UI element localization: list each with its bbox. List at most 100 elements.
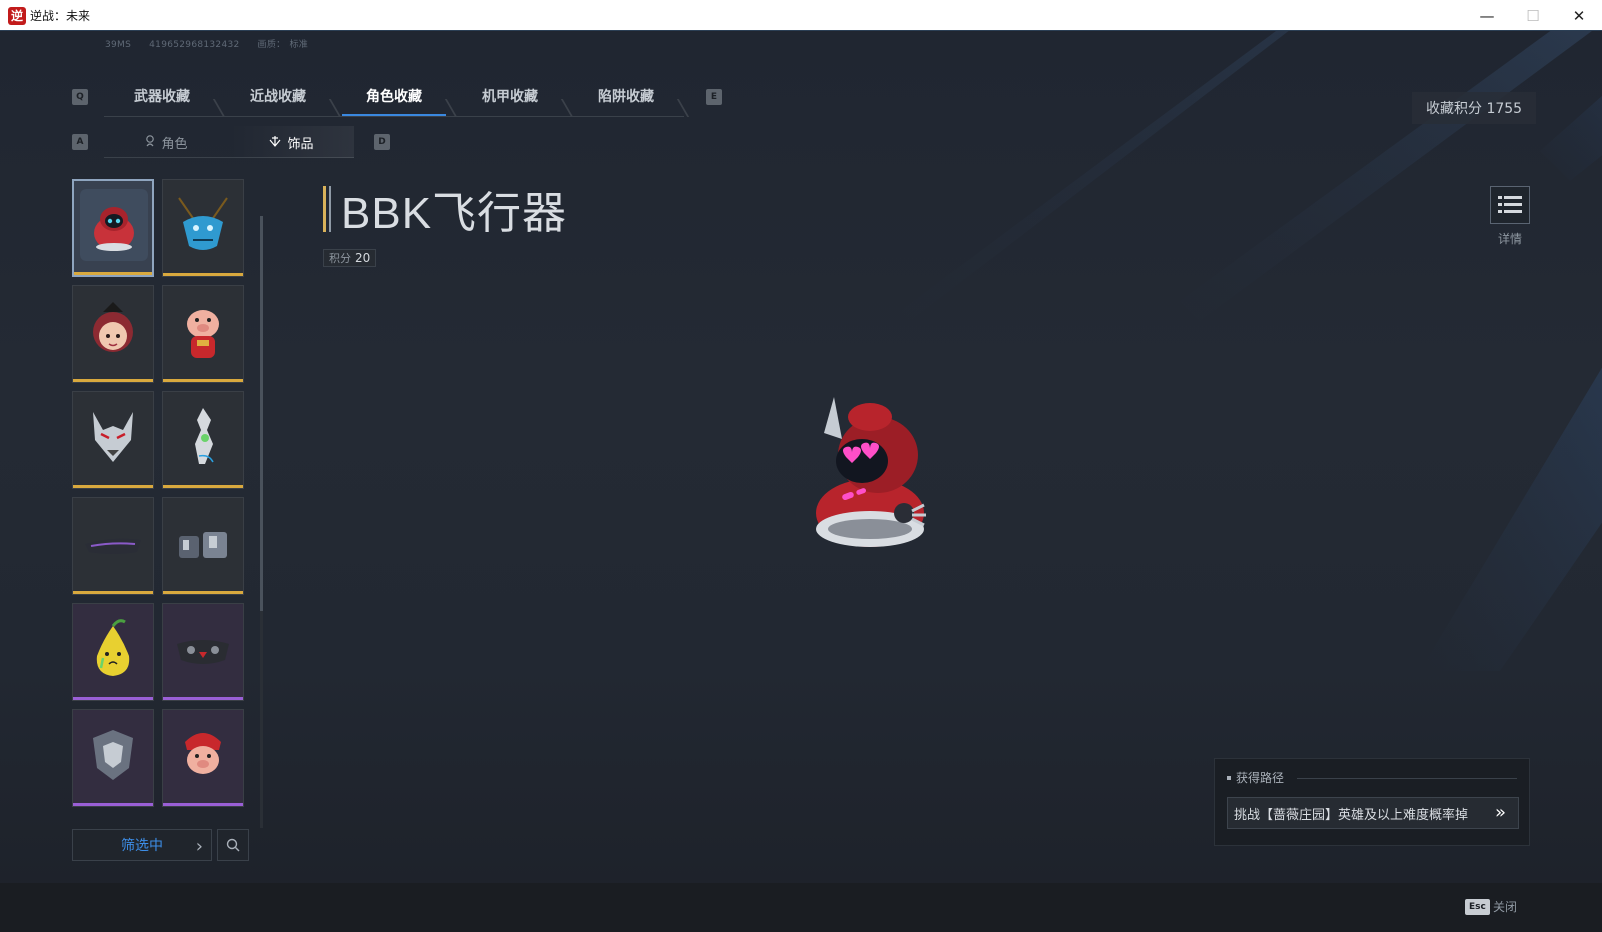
- tab-weapon-collection[interactable]: 武器收藏: [104, 75, 220, 117]
- player-id-text: 419652968132432: [149, 40, 240, 50]
- grid-item-silver-ornament[interactable]: [162, 391, 244, 489]
- mech-parts-thumbnail: [179, 532, 227, 558]
- square-bullet-icon: [1227, 775, 1231, 780]
- key-hint-a: A: [72, 134, 88, 150]
- item-name: BBK飞行器: [341, 189, 568, 238]
- grid-item-bbk-aircraft[interactable]: [72, 179, 154, 277]
- grid-item-girl-head[interactable]: [72, 285, 154, 383]
- grid-item-armor-piece[interactable]: [72, 709, 154, 807]
- ornament-grid: [72, 179, 258, 827]
- esc-key-hint[interactable]: Esc: [1465, 899, 1490, 915]
- dark-mask-thumbnail: [177, 640, 229, 664]
- search-icon: [226, 838, 240, 852]
- details-button[interactable]: [1490, 186, 1530, 224]
- tab-label: 陷阱收藏: [598, 89, 654, 105]
- pig-doll-thumbnail: [187, 310, 219, 358]
- scrollbar-thumb[interactable]: [260, 216, 263, 611]
- silver-ornament-thumbnail: [195, 408, 214, 464]
- wolf-head-thumbnail: [93, 412, 133, 462]
- rarity-bar: [163, 803, 243, 806]
- tab-label: 武器收藏: [134, 89, 190, 105]
- tab-mecha-collection[interactable]: 机甲收藏: [452, 75, 568, 117]
- rarity-bar: [73, 379, 153, 382]
- background-light-streaks: [900, 31, 1602, 671]
- rarity-bar: [74, 272, 152, 275]
- rarity-bar: [163, 379, 243, 382]
- pear-character-thumbnail: [96, 619, 130, 676]
- search-button[interactable]: [217, 829, 249, 861]
- key-hint-q: Q: [72, 89, 88, 105]
- grid-item-pear-character[interactable]: [72, 603, 154, 701]
- title-accent-bar-secondary: [329, 186, 331, 232]
- list-icon: [1498, 196, 1522, 213]
- subtab-character[interactable]: 角色: [104, 126, 229, 158]
- window-title: 逆战：未来: [30, 9, 91, 23]
- bottom-bar: [0, 883, 1602, 932]
- points-value: 20: [355, 251, 371, 265]
- filter-label: 筛选中: [121, 838, 163, 854]
- acquisition-panel: 获得路径 挑战【蔷薇庄园】英雄及以上难度概率掉 »: [1214, 758, 1530, 846]
- sub-tab-bar: 角色 饰品: [104, 126, 354, 158]
- tab-trap-collection[interactable]: 陷阱收藏: [568, 75, 684, 117]
- rarity-bar: [163, 485, 243, 488]
- grid-item-wolf-head[interactable]: [72, 391, 154, 489]
- ping-text: 39MS: [105, 40, 132, 50]
- item-title-block: BBK飞行器: [323, 183, 567, 238]
- person-icon: [145, 134, 155, 150]
- filter-button[interactable]: 筛选中 ›: [72, 829, 212, 861]
- visor-glasses-thumbnail: [85, 538, 141, 554]
- bbk-aircraft-thumbnail: [80, 189, 148, 261]
- collection-screen: 39MS 419652968132432 画质： 标准 Q 武器收藏 近战收藏 角色收…: [0, 31, 1602, 932]
- key-hint-d: D: [374, 134, 390, 150]
- points-label: 积分: [329, 252, 351, 265]
- minimize-button[interactable]: —: [1464, 0, 1510, 31]
- tab-melee-collection[interactable]: 近战收藏: [220, 75, 336, 117]
- grid-item-mech-parts[interactable]: [162, 497, 244, 595]
- close-label[interactable]: 关闭: [1493, 898, 1517, 915]
- subtab-ornament[interactable]: 饰品: [229, 126, 354, 158]
- grid-item-visor-glasses[interactable]: [72, 497, 154, 595]
- rarity-bar: [73, 803, 153, 806]
- rarity-bar: [163, 697, 243, 700]
- acquisition-heading: 获得路径: [1236, 771, 1285, 785]
- ornament-icon: [269, 135, 281, 150]
- acquisition-heading-row: 获得路径: [1227, 769, 1284, 786]
- rarity-bar: [163, 591, 243, 594]
- tab-label: 近战收藏: [250, 89, 306, 105]
- pig-warrior-thumbnail: [185, 733, 221, 774]
- rarity-bar: [73, 485, 153, 488]
- girl-head-thumbnail: [93, 302, 133, 352]
- network-info: 39MS 419652968132432 画质： 标准: [105, 37, 326, 50]
- app-icon: 逆: [8, 7, 26, 25]
- armor-piece-thumbnail: [93, 730, 133, 780]
- quality-value: 标准: [289, 40, 309, 50]
- rarity-bar: [73, 697, 153, 700]
- tab-label: 角色收藏: [366, 89, 422, 105]
- close-window-button[interactable]: ✕: [1556, 0, 1602, 31]
- acquisition-divider: [1297, 778, 1517, 779]
- grid-item-dark-mask[interactable]: [162, 603, 244, 701]
- acquisition-route-button[interactable]: 挑战【蔷薇庄园】英雄及以上难度概率掉 »: [1227, 797, 1519, 829]
- tab-label: 机甲收藏: [482, 89, 538, 105]
- chevron-right-icon: ›: [195, 836, 203, 857]
- rarity-bar: [163, 273, 243, 276]
- item-points-badge: 积分 20: [323, 249, 377, 267]
- double-chevron-right-icon: »: [1494, 802, 1506, 823]
- tab-character-collection[interactable]: 角色收藏: [336, 75, 452, 117]
- grid-item-pig-warrior[interactable]: [162, 709, 244, 807]
- bbk-aircraft-model[interactable]: [800, 393, 960, 558]
- grid-item-blue-dragon-mask[interactable]: [162, 179, 244, 277]
- rarity-bar: [73, 591, 153, 594]
- quality-label: 画质：: [257, 40, 286, 50]
- subtab-label: 角色: [161, 136, 188, 152]
- grid-scrollbar[interactable]: [260, 216, 263, 828]
- key-hint-e: E: [706, 89, 722, 105]
- details-label: 详情: [1497, 232, 1522, 246]
- subtab-label: 饰品: [287, 136, 314, 152]
- acquisition-route-text: 挑战【蔷薇庄园】英雄及以上难度概率掉: [1234, 807, 1469, 823]
- blue-dragon-mask-thumbnail: [178, 197, 228, 250]
- window-titlebar: 逆 逆战：未来 — ☐ ✕: [0, 0, 1602, 31]
- maximize-button[interactable]: ☐: [1510, 0, 1556, 31]
- grid-item-pig-doll[interactable]: [162, 285, 244, 383]
- collection-score: 收藏积分 1755: [1412, 92, 1537, 124]
